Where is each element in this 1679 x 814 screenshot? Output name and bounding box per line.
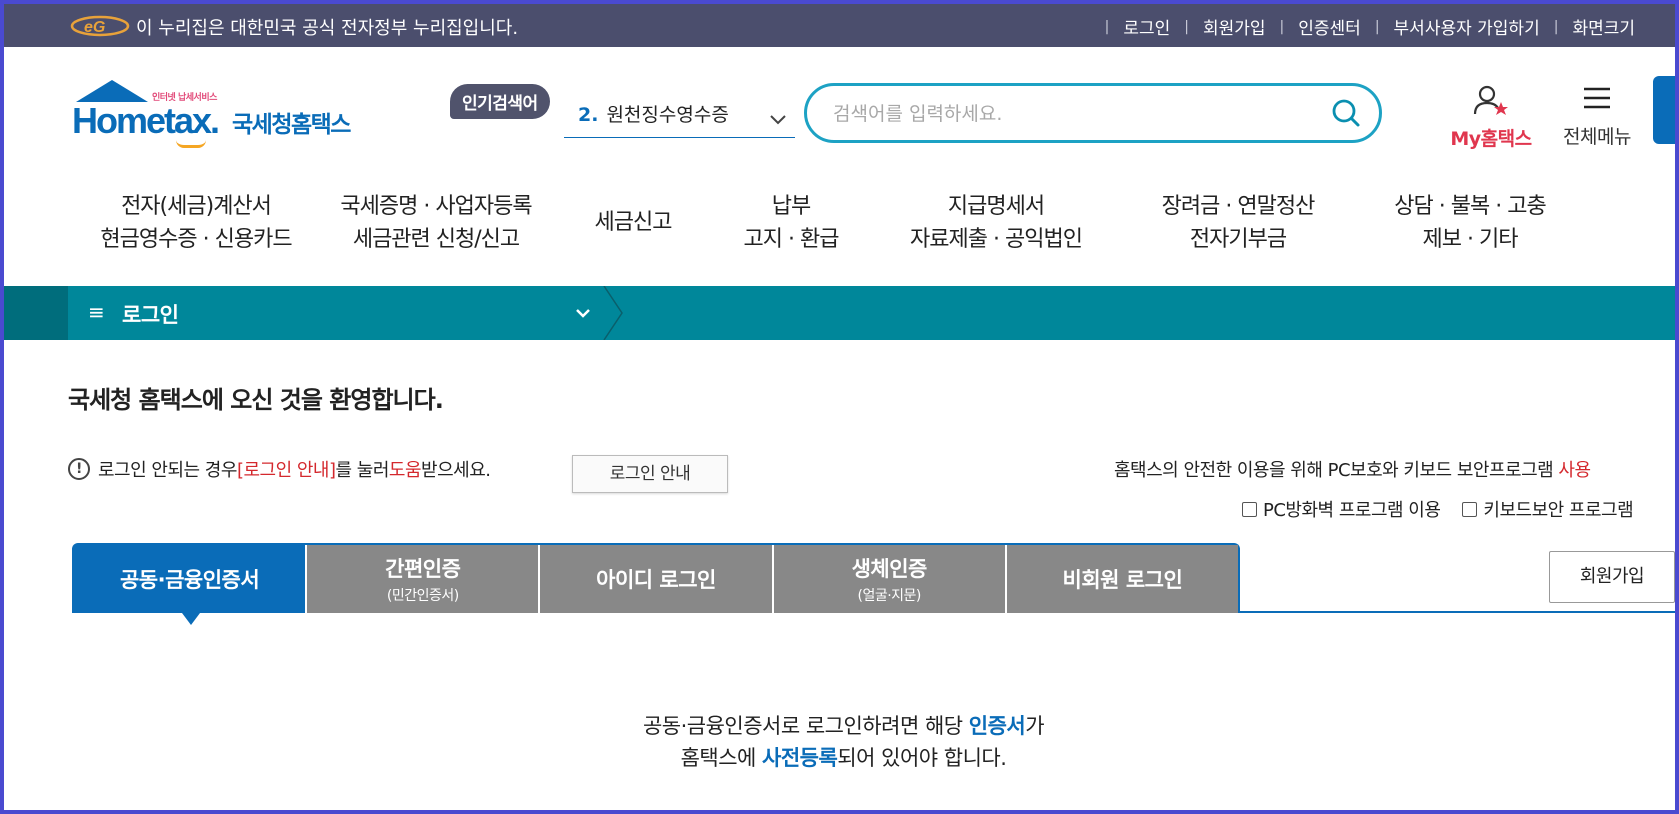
house-roof-icon [76, 80, 148, 102]
login-link[interactable]: 로그인 [1123, 14, 1170, 39]
security-options: PC방화벽 프로그램 이용 키보드보안 프로그램 [1242, 496, 1655, 522]
main-nav: 전자(세금)계산서 현금영수증 · 신용카드 국세증명 · 사업자등록 세금관련 신… [74, 190, 1634, 264]
home-segment[interactable] [4, 286, 68, 340]
all-menu-button[interactable]: 전체메뉴 [1552, 84, 1642, 149]
smile-mark-icon [176, 140, 206, 148]
tab-underline [1240, 611, 1675, 613]
nav-item-statements[interactable]: 지급명세서 자료제출 · 공익법인 [870, 190, 1122, 264]
nav-item-payment[interactable]: 납부 고지 · 환급 [712, 190, 870, 264]
breadcrumb-separator-icon [603, 286, 623, 340]
breadcrumb-title: 로그인 [122, 303, 179, 327]
hamburger-icon [1584, 87, 1610, 109]
tab-certificate[interactable]: 공동·금융인증서 [74, 545, 306, 613]
list-icon: ≡ [88, 300, 105, 324]
svg-text:eG: eG [84, 19, 105, 36]
dept-user-signup-link[interactable]: 부서사용자 가입하기 [1394, 14, 1540, 39]
keyboard-security-checkbox[interactable] [1462, 501, 1478, 517]
tab-biometric[interactable]: 생체인증 (얼굴·지문) [773, 545, 1005, 613]
nav-item-tax-filing[interactable]: 세금신고 [554, 190, 712, 264]
active-tab-pointer-icon [182, 613, 200, 625]
login-help-notice: ! 로그인 안되는 경우 [로그인 안내] 를 눌러 도움 받으세요. [68, 456, 491, 482]
page-title: 국세청 홈택스에 오신 것을 환영합니다. [68, 386, 444, 414]
nav-item-consulting[interactable]: 상담 · 불복 · 고충 제보 · 기타 [1354, 190, 1586, 264]
tab-guest-login[interactable]: 비회원 로그인 [1006, 545, 1239, 613]
firewall-checkbox[interactable] [1242, 501, 1257, 517]
user-star-icon [1473, 85, 1508, 115]
screen-size-link[interactable]: 화면크기 [1572, 14, 1635, 39]
side-quick-button[interactable] [1653, 76, 1675, 144]
search-icon[interactable] [1331, 98, 1361, 128]
nav-item-certificates[interactable]: 국세증명 · 사업자등록 세금관련 신청/신고 [318, 190, 554, 264]
certificate-message: 공동·금융인증서로 로그인하려면 해당 인증서가 홈택스에 사전등록되어 있어야… [642, 714, 1045, 770]
gov-banner-text: 이 누리집은 대한민국 공식 전자정부 누리집입니다. [136, 18, 519, 39]
gov-links: | 로그인 | 회원가입 | 인증센터 | 부서사용자 가입하기 | 화면크기 [1091, 14, 1635, 40]
eg-logo-icon: eG [70, 15, 130, 37]
chevron-down-icon [770, 115, 786, 125]
chevron-down-icon[interactable] [574, 298, 592, 328]
popular-keyword-dropdown[interactable]: 2. 원천징수영수증 [564, 100, 795, 138]
search-box [804, 83, 1382, 143]
tab-simple-auth[interactable]: 간편인증 (민간인증서) [307, 545, 539, 613]
breadcrumb-bar: ≡ 로그인 [4, 286, 1675, 340]
join-button[interactable]: 회원가입 [1549, 551, 1675, 603]
my-hometax-button[interactable]: My홈택스 [1444, 84, 1538, 151]
browser-frame: eG 이 누리집은 대한민국 공식 전자정부 누리집입니다. | 로그인 | 회… [4, 4, 1675, 810]
tab-id-login[interactable]: 아이디 로그인 [540, 545, 772, 613]
login-guide-button[interactable]: 로그인 안내 [572, 455, 728, 493]
security-notice: 홈택스의 안전한 이용을 위해 PC보호와 키보드 보안프로그램 사용 [1114, 460, 1591, 481]
cert-center-link[interactable]: 인증센터 [1298, 14, 1361, 39]
login-method-tabs: 공동·금융인증서 간편인증 (민간인증서) 아이디 로그인 생체인증 (얼굴·지… [72, 543, 1240, 613]
signup-link[interactable]: 회원가입 [1203, 14, 1266, 39]
hometax-logo[interactable]: 인터넷 납세서비스 Hometax. 국세청홈택스 [72, 80, 372, 150]
search-input[interactable] [833, 100, 1313, 128]
keyboard-security-option[interactable]: 키보드보안 프로그램 [1462, 496, 1634, 522]
nav-item-e-invoice[interactable]: 전자(세금)계산서 현금영수증 · 신용카드 [74, 190, 318, 264]
popular-search-badge: 인기검색어 [450, 84, 550, 119]
firewall-option[interactable]: PC방화벽 프로그램 이용 [1242, 496, 1441, 522]
exclamation-icon: ! [68, 458, 90, 480]
gov-banner: eG 이 누리집은 대한민국 공식 전자정부 누리집입니다. | 로그인 | 회… [4, 4, 1675, 47]
nav-item-incentives[interactable]: 장려금 · 연말정산 전자기부금 [1122, 190, 1354, 264]
